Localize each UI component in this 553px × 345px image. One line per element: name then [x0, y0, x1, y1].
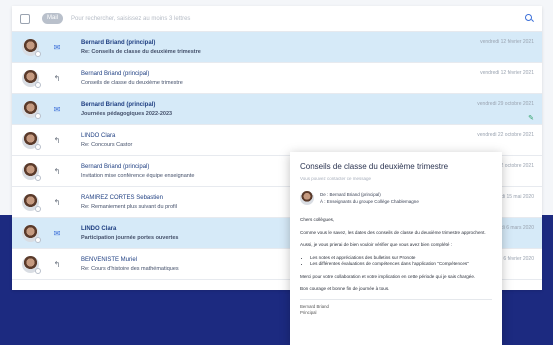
presence-icon	[35, 267, 41, 274]
message-date: vendredi 12 février 2021	[480, 70, 534, 76]
paragraph: Merci pour votre collaboration et votre …	[300, 273, 476, 279]
select-all-checkbox[interactable]	[20, 13, 30, 24]
mailbox-badge[interactable]: Mail	[42, 13, 64, 24]
message-date: vendredi 12 février 2021	[480, 39, 534, 45]
sender-name: Bernard Briand (principal)	[81, 70, 150, 77]
preview-sender: De : Bernard Briand (principal) À : Ense…	[300, 191, 492, 205]
reply-icon: ↰	[53, 197, 61, 207]
message-preview: Conseils de classe du deuxième trimestre…	[290, 152, 502, 345]
search-icon[interactable]	[525, 14, 534, 23]
sender-name: Bernard Briand (principal)	[81, 39, 156, 46]
paragraph: Aussi, je vous prierai de bien vouloir v…	[300, 242, 452, 247]
pencil-icon[interactable]: ✎	[528, 114, 534, 122]
presence-icon	[35, 50, 41, 57]
avatar	[22, 131, 41, 150]
message-date: vendredi 29 octobre 2021	[477, 101, 534, 107]
paragraph: Bon courage et bonne fin de journée à to…	[300, 286, 390, 291]
avatar	[22, 100, 41, 119]
greeting: Chers collègues,	[300, 217, 335, 222]
envelope-icon: ✉	[53, 104, 61, 114]
preview-meta: Vous pouvez contacter ce message	[300, 176, 372, 181]
presence-icon	[35, 174, 41, 181]
reply-icon: ↰	[53, 259, 61, 269]
sender-name: LINDO Clara	[81, 132, 116, 139]
message-date: vendredi 22 octobre 2021	[477, 132, 534, 138]
signature: Bernard Briand Principal	[300, 298, 492, 316]
search-input[interactable]: Pour rechercher, saisissez au moins 3 le…	[71, 16, 525, 22]
subject: Re: Concours Castor	[81, 141, 133, 148]
list-item[interactable]: ✉ Bernard Briand (principal) Re: Conseils …	[12, 32, 542, 63]
reply-icon: ↰	[53, 166, 61, 176]
envelope-icon: ✉	[53, 42, 61, 52]
list-item: Les différentes évaluations de compétenc…	[310, 261, 492, 268]
subject: Conseils de classe du deuxième trimestre	[81, 79, 183, 86]
list-item[interactable]: ✉ Bernard Briand (principal) Journées péda…	[12, 94, 542, 125]
to-line[interactable]: À : Enseignants du groupe Collège Chable…	[320, 198, 419, 205]
presence-icon	[35, 112, 41, 119]
avatar	[22, 255, 41, 274]
preview-title: Conseils de classe du deuxième trimestre	[300, 162, 449, 171]
search-bar: Mail Pour rechercher, saisissez au moins…	[12, 6, 542, 32]
presence-icon	[35, 205, 41, 212]
avatar	[22, 162, 41, 181]
sender-name: Bernard Briand (principal)	[81, 101, 156, 108]
presence-icon	[35, 236, 41, 243]
reply-icon: ↰	[53, 135, 61, 145]
preview-body: Chers collègues, Comme vous le savez, le…	[300, 217, 492, 293]
avatar	[22, 193, 41, 212]
presence-icon	[35, 81, 41, 88]
avatar	[22, 224, 41, 243]
subject: Re: Conseils de classe du deuxième trime…	[81, 48, 201, 55]
reply-icon: ↰	[53, 73, 61, 83]
paragraph: Comme vous le savez, les dates des conse…	[300, 229, 486, 235]
signature-role: Principal	[300, 309, 317, 315]
avatar	[300, 191, 314, 205]
avatar	[22, 69, 41, 88]
envelope-icon: ✉	[53, 228, 61, 238]
subject: Journées pédagogiques 2022-2023	[81, 110, 173, 117]
list-item[interactable]: ↰ Bernard Briand (principal) Conseils de c…	[12, 63, 542, 94]
presence-icon	[35, 143, 41, 150]
avatar	[22, 38, 41, 57]
from-line[interactable]: De : Bernard Briand (principal)	[320, 191, 419, 198]
